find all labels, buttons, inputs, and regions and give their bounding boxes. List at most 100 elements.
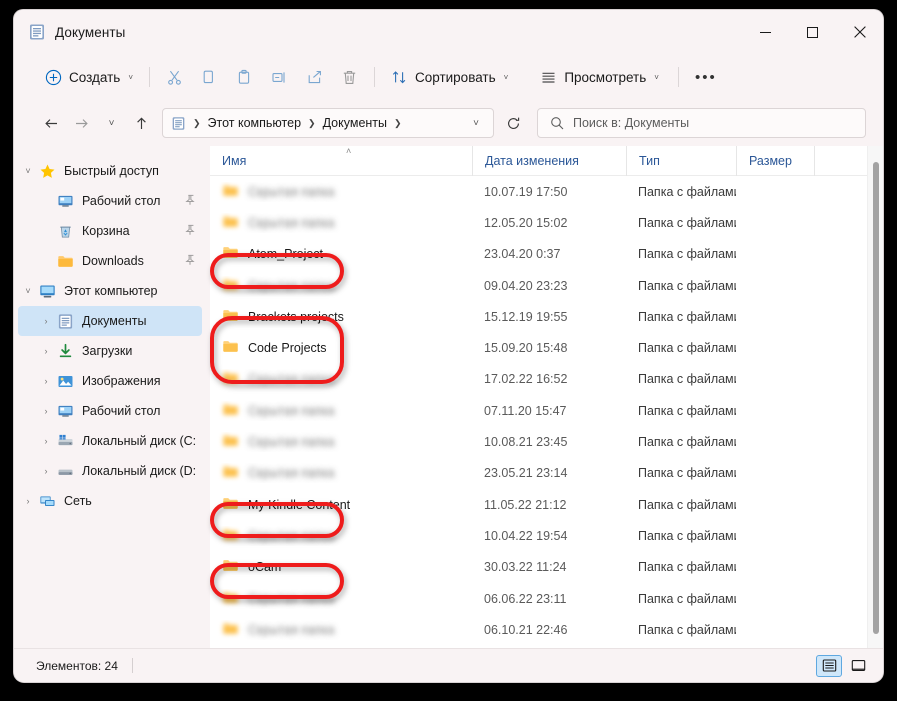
cell-name: Скрытая папка — [210, 182, 472, 202]
search-input[interactable] — [573, 116, 865, 130]
table-row[interactable]: Скрытая папка 23.05.21 23:14 Папка с файла… — [210, 458, 867, 489]
file-name-label: Code Projects — [248, 341, 327, 356]
item-count-label: Элементов: 24 — [36, 658, 118, 673]
chevron-right-icon[interactable]: › — [36, 376, 56, 386]
table-row[interactable]: My Kindle Content 11.05.22 21:12 Папка с ф… — [210, 489, 867, 520]
cell-date-modified: 12.05.20 15:02 — [484, 215, 568, 230]
search-icon — [550, 116, 564, 130]
chevron-down-icon[interactable]: ˅ — [465, 118, 487, 129]
cell-name: Скрытая папка — [210, 369, 472, 389]
table-row[interactable]: Скрытая папка 07.11.20 15:47 Папка с файла… — [210, 395, 867, 426]
table-row[interactable]: Atom_Project 23.04.20 0:37 Папка с файлами — [210, 239, 867, 270]
column-header-name[interactable]: Имя ˄ — [210, 146, 472, 176]
more-options-button[interactable]: ••• — [686, 61, 726, 93]
sidebar-item-label: Этот компьютер — [64, 284, 158, 298]
large-icons-view-button[interactable] — [845, 655, 871, 677]
column-header-date[interactable]: Дата изменения — [472, 146, 626, 176]
chevron-right-icon[interactable]: › — [36, 406, 56, 416]
file-name-label: Atom_Project — [248, 247, 324, 262]
column-header-type[interactable]: Тип — [626, 146, 736, 176]
sidebar-item-11[interactable]: › Сеть — [18, 486, 202, 516]
vertical-scrollbar[interactable] — [867, 146, 883, 648]
up-button[interactable] — [126, 108, 156, 138]
table-row[interactable]: Скрытая папка 09.04.20 23:23 Папка с файла… — [210, 270, 867, 301]
pin-icon[interactable] — [184, 224, 196, 239]
table-row[interactable]: Скрытая папка 10.08.21 23:45 Папка с файла… — [210, 426, 867, 457]
maximize-button[interactable] — [789, 10, 836, 54]
delete-button[interactable] — [332, 61, 367, 93]
cell-type: Папка с файлами — [638, 341, 736, 356]
chevron-down-icon: ˅ — [503, 72, 509, 82]
close-button[interactable] — [836, 10, 883, 54]
cell-type: Папка с файлами — [638, 309, 736, 324]
table-row[interactable]: Brackets projects 15.12.19 19:55 Папка с ф… — [210, 301, 867, 332]
paste-button[interactable] — [227, 61, 262, 93]
refresh-button[interactable] — [498, 108, 528, 138]
table-row[interactable]: Скрытая папка 10.04.22 19:54 Папка с файла… — [210, 520, 867, 551]
toolbar-divider — [373, 67, 375, 87]
cell-name: Скрытая папка — [210, 463, 472, 483]
folder-icon — [222, 463, 239, 483]
breadcrumb-item-this-pc[interactable]: Этот компьютер — [205, 116, 304, 130]
table-row[interactable]: Скрытая папка 10.07.19 17:50 Папка с файла… — [210, 176, 867, 207]
chevron-down-icon[interactable]: ˅ — [18, 286, 38, 296]
scrollbar-thumb[interactable] — [873, 162, 879, 634]
search-box[interactable] — [537, 108, 866, 138]
cell-date-modified: 30.03.22 11:24 — [484, 560, 567, 575]
sidebar-item-0[interactable]: ˅ Быстрый доступ — [18, 156, 202, 186]
sidebar-item-7[interactable]: › Изображения — [18, 366, 202, 396]
cell-name: Code Projects — [210, 338, 472, 358]
view-list-icon — [540, 69, 557, 86]
pin-icon[interactable] — [184, 194, 196, 209]
new-button[interactable]: Создать ˅ — [36, 61, 142, 93]
table-row[interactable]: Скрытая папка 12.05.20 15:02 Папка с файла… — [210, 207, 867, 238]
folder-icon — [222, 495, 239, 515]
sidebar-item-8[interactable]: › Рабочий стол — [18, 396, 202, 426]
details-view-button[interactable] — [816, 654, 842, 677]
recent-locations-button[interactable]: ˅ — [96, 108, 126, 138]
chevron-right-icon[interactable]: › — [18, 496, 38, 506]
sidebar-item-5[interactable]: › Документы — [18, 306, 202, 336]
minimize-button[interactable] — [742, 10, 789, 54]
sidebar-item-1[interactable]: Рабочий стол — [18, 186, 202, 216]
cell-date-modified: 15.12.19 19:55 — [484, 309, 568, 324]
cell-date-modified: 17.02.22 16:52 — [484, 372, 568, 387]
chevron-right-icon[interactable]: › — [36, 436, 56, 446]
address-bar-row: ˅ ❯ Этот компьютер ❯ Документы ❯ ˅ Поиск… — [14, 100, 883, 146]
view-button[interactable]: Просмотреть ˅ — [531, 61, 668, 93]
forward-button[interactable] — [66, 108, 96, 138]
star-icon — [38, 163, 56, 180]
share-button[interactable] — [297, 61, 332, 93]
cell-date-modified: 11.05.22 21:12 — [484, 497, 567, 512]
table-row[interactable]: Скрытая папка 17.02.22 16:52 Папка с файла… — [210, 364, 867, 395]
back-button[interactable] — [36, 108, 66, 138]
cell-type: Папка с файлами — [638, 215, 736, 230]
sidebar-item-4[interactable]: ˅ Этот компьютер — [18, 276, 202, 306]
rename-button[interactable] — [262, 61, 297, 93]
sidebar-item-6[interactable]: › Загрузки — [18, 336, 202, 366]
sort-button[interactable]: Сортировать ˅ — [382, 61, 517, 93]
pin-icon[interactable] — [184, 254, 196, 269]
chevron-right-icon[interactable]: › — [36, 346, 56, 356]
table-row[interactable]: oCam 30.03.22 11:24 Папка с файлами — [210, 552, 867, 583]
file-name-label: Скрытая папка — [248, 466, 335, 481]
table-row[interactable]: Скрытая папка 06.10.21 22:46 Папка с файла… — [210, 614, 867, 645]
column-header-size[interactable]: Размер — [736, 146, 814, 176]
sidebar-item-3[interactable]: Downloads — [18, 246, 202, 276]
table-row[interactable]: Скрытая папка 06.06.22 23:11 Папка с файла… — [210, 583, 867, 614]
chevron-right-icon[interactable]: › — [36, 316, 56, 326]
documents-icon — [28, 23, 46, 41]
chevron-right-icon[interactable]: › — [36, 466, 56, 476]
breadcrumb[interactable]: ❯ Этот компьютер ❯ Документы ❯ ˅ — [162, 108, 494, 138]
sidebar-item-9[interactable]: › Локальный диск (C:) — [18, 426, 202, 456]
cell-type: Папка с файлами — [638, 622, 736, 637]
chevron-down-icon[interactable]: ˅ — [18, 166, 38, 176]
cut-button[interactable] — [157, 61, 192, 93]
sidebar-item-10[interactable]: › Локальный диск (D:) — [18, 456, 202, 486]
table-row[interactable]: Code Projects 15.09.20 15:48 Папка с файла… — [210, 332, 867, 363]
cell-name: Скрытая папка — [210, 213, 472, 233]
cell-date-modified: 09.04.20 23:23 — [484, 278, 568, 293]
sidebar-item-2[interactable]: Корзина — [18, 216, 202, 246]
copy-button[interactable] — [192, 61, 227, 93]
breadcrumb-item-documents[interactable]: Документы — [320, 116, 390, 130]
